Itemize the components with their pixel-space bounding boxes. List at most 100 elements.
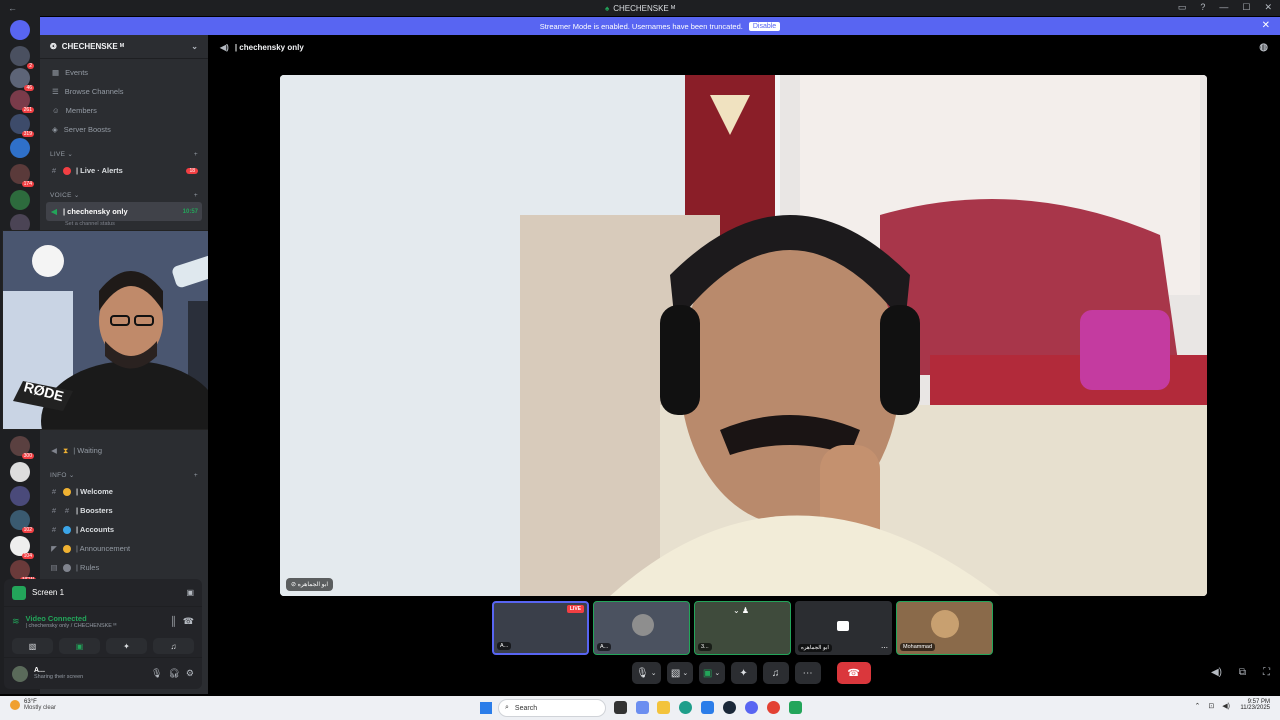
edge-browser-icon[interactable] — [679, 701, 692, 714]
soundboard-control[interactable]: ♫ — [762, 662, 789, 684]
nav-browse-channels[interactable]: ☰ Browse Channels — [40, 82, 208, 101]
category-voice[interactable]: VOICE ⌄ + — [40, 188, 208, 202]
nav-server-boosts[interactable]: ◈ Server Boosts — [40, 120, 208, 139]
leave-call-button[interactable]: ☎ — [836, 662, 871, 684]
participant-tile[interactable]: Mohammad — [896, 601, 993, 655]
connection-channel[interactable]: | chechensky only / CHECHENSKE ᴹ — [26, 623, 117, 629]
microphone-button[interactable]: 🎙︎ ⌄ — [632, 662, 661, 684]
channel-boosters[interactable]: # # | Boosters — [40, 501, 208, 520]
steam-icon[interactable] — [723, 701, 736, 714]
tile-label: ابو الجماهره — [798, 644, 832, 652]
weather-widget[interactable]: 63°F Mostly clear — [10, 699, 56, 711]
headphones-icon[interactable]: 🎧︎ — [168, 668, 179, 679]
help-icon[interactable]: ? — [1200, 2, 1205, 13]
taskbar-search[interactable]: ⌕ Search — [498, 699, 606, 717]
channel-welcome[interactable]: # | Welcome — [40, 482, 208, 501]
channel-announcement[interactable]: ◤ | Announcement — [40, 539, 208, 558]
camera-toggle-button[interactable]: ▧ — [12, 638, 53, 654]
fullscreen-icon[interactable]: ⛶ — [1263, 667, 1270, 678]
chat-icon[interactable]: ◍ — [1259, 42, 1268, 53]
screen-share-button[interactable]: ▣ — [59, 638, 100, 654]
network-icon[interactable]: ⊡ — [1208, 702, 1214, 710]
chevron-up-icon[interactable]: ⌃ — [1195, 702, 1201, 710]
copilot-icon[interactable] — [636, 701, 649, 714]
volume-icon[interactable]: ◀) — [1211, 667, 1222, 678]
stream-options-icon[interactable]: ⌄ ♟ — [733, 606, 749, 615]
speaker-tray-icon[interactable]: ◀) — [1222, 702, 1230, 710]
server-icon-1[interactable]: 2 — [10, 46, 34, 69]
connection-status[interactable]: Video Connected — [26, 614, 117, 623]
main-video-stream[interactable]: ⊘ ابو الجماهره — [280, 75, 1207, 596]
clock[interactable]: 9:57 PM 11/23/2025 — [1240, 699, 1270, 711]
add-channel-icon[interactable]: + — [194, 472, 198, 479]
hash-icon: # — [51, 525, 57, 534]
server-icon-3[interactable]: 261 — [10, 90, 34, 113]
nav-members[interactable]: ☺ Members — [40, 101, 208, 120]
disconnect-icon[interactable]: ☎ — [183, 616, 194, 627]
system-tray[interactable]: ⌃ ⊡ ◀) — [1195, 702, 1230, 710]
server-icon-7[interactable] — [10, 190, 30, 210]
server-icon-9[interactable]: 300 — [10, 436, 34, 459]
server-header[interactable]: ❂ CHECHENSKE ᴹ ⌄ — [40, 35, 208, 59]
category-live[interactable]: LIVE ⌄ + — [40, 147, 208, 161]
task-view-icon[interactable] — [614, 701, 627, 714]
discord-taskbar-icon[interactable] — [745, 701, 758, 714]
channel-status[interactable]: Set a channel status — [40, 221, 208, 230]
server-icon-5[interactable] — [10, 138, 30, 158]
minimize-button[interactable]: — — [1219, 2, 1228, 13]
chevron-down-icon: ⌄ — [191, 42, 198, 51]
speaker-icon: ◀ — [51, 446, 57, 455]
add-channel-icon[interactable]: + — [194, 151, 198, 158]
participant-tile[interactable]: ⌄ ♟ 3... — [694, 601, 791, 655]
activities-control[interactable]: ✦ — [730, 662, 757, 684]
server-icon-10[interactable] — [10, 462, 30, 482]
channel-rules[interactable]: ▤ | Rules — [40, 558, 208, 577]
close-window-button[interactable]: ✕ — [1264, 2, 1272, 13]
category-info[interactable]: INFO ⌄ + — [40, 468, 208, 482]
inbox-icon[interactable]: ▭ — [1178, 2, 1187, 13]
hash-icon: # — [51, 487, 57, 496]
server-icon-14[interactable]: NEW — [10, 560, 36, 583]
participant-tile[interactable]: A... — [593, 601, 690, 655]
channel-header: ◀) | chechensky only ◍ — [208, 35, 1280, 59]
channel-waiting[interactable]: ◀ ⧗ | Waiting — [40, 441, 208, 460]
server-icon-12[interactable]: 102 — [10, 510, 34, 533]
soundboard-button[interactable]: ♫ — [153, 638, 194, 654]
participant-tile[interactable]: LIVE A... — [492, 601, 589, 655]
store-icon[interactable] — [701, 701, 714, 714]
start-windows-icon[interactable] — [480, 702, 492, 714]
participant-tile[interactable]: ابو الجماهره ⋯ — [795, 601, 892, 655]
nav-events[interactable]: ▦ Events — [40, 63, 208, 82]
discord-home-icon[interactable] — [10, 20, 30, 40]
maximize-button[interactable]: ☐ — [1242, 2, 1250, 13]
file-explorer-icon[interactable] — [657, 701, 670, 714]
channel-accounts[interactable]: # | Accounts — [40, 520, 208, 539]
mic-icon[interactable]: 🎙︎ — [151, 668, 162, 679]
channel-live-alerts[interactable]: # | Live · Alerts 18 — [40, 161, 208, 180]
avatar[interactable] — [12, 665, 28, 682]
server-icon-13[interactable]: 104 — [10, 536, 34, 559]
settings-gear-icon[interactable]: ⚙ — [186, 668, 194, 679]
camera-button[interactable]: ▧ ⌄ — [666, 662, 693, 684]
tile-label: A... — [597, 643, 612, 651]
server-icon-2[interactable]: 46 — [10, 68, 34, 91]
noise-suppression-icon[interactable]: ║ — [170, 616, 176, 626]
more-control[interactable]: ⋯ — [794, 662, 821, 684]
activities-button[interactable]: ✦ — [106, 638, 147, 654]
window-title: CHECHENSKE ᴹ — [613, 3, 676, 13]
channel-voice-active[interactable]: ◀ | chechensky only 10:57 — [46, 202, 202, 221]
add-channel-icon[interactable]: + — [194, 192, 198, 199]
chrome-icon[interactable] — [767, 701, 780, 714]
popout-icon[interactable]: ▣ — [186, 588, 194, 597]
category-label: INFO — [50, 471, 67, 479]
screen-share-control[interactable]: ▣ ⌄ — [698, 662, 725, 684]
streaming-app-icon[interactable] — [789, 701, 802, 714]
disable-streamer-button[interactable]: Disable — [748, 21, 781, 31]
server-icon-6[interactable]: 174 — [10, 164, 34, 187]
server-icon-4[interactable]: 319 — [10, 114, 34, 137]
back-arrow[interactable]: ← — [8, 3, 17, 13]
more-options-icon[interactable]: ⋯ — [881, 644, 888, 652]
popout-window-icon[interactable]: ⧉ — [1239, 667, 1246, 678]
server-icon-11[interactable] — [10, 486, 30, 506]
close-banner-icon[interactable]: ✕ — [1262, 20, 1270, 31]
